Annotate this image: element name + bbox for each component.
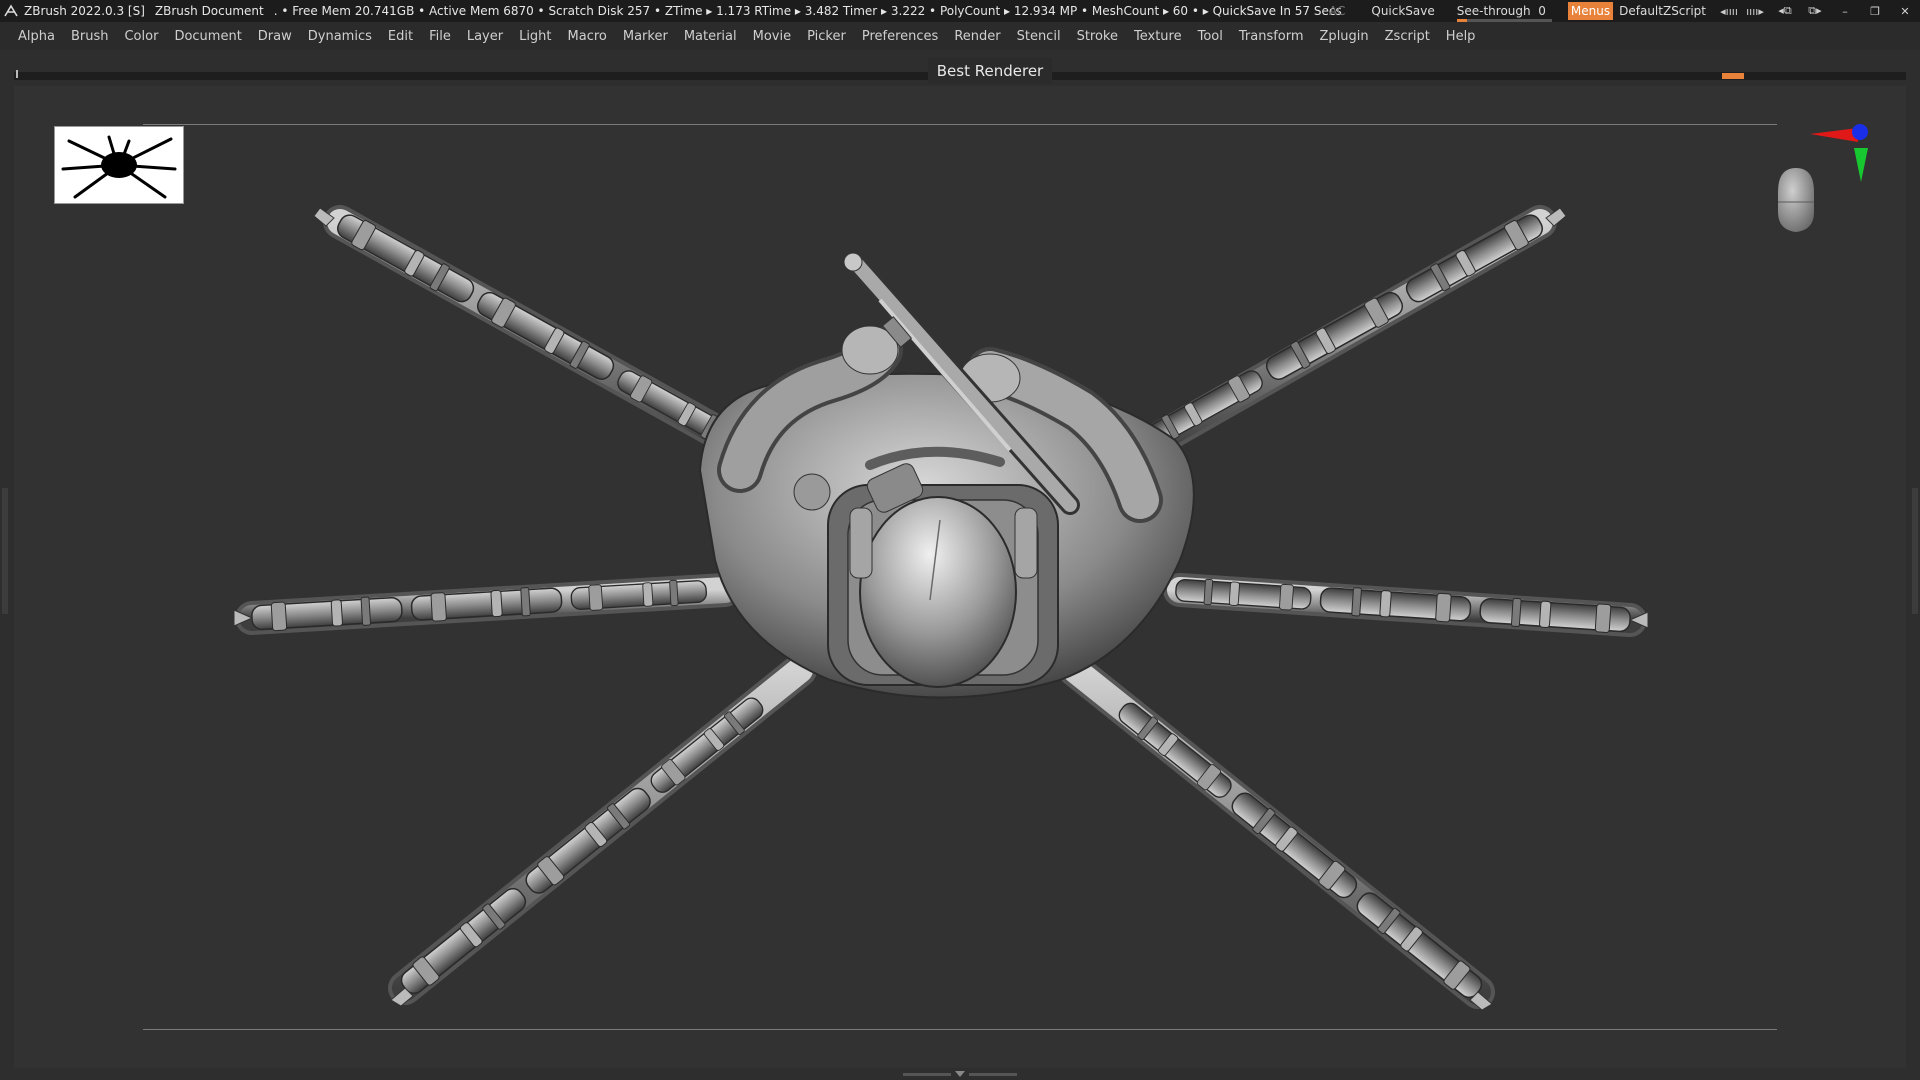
spider-mech-model[interactable] [0,0,1920,1080]
handle-segment [903,1072,951,1076]
leg-lower-left [388,653,817,1007]
leg-lower-right [1058,653,1495,1011]
leg-upper-left [313,205,757,462]
handle-arrow-icon [955,1071,965,1077]
handle-segment [969,1072,1017,1076]
bottom-tray-handle[interactable] [896,1070,1024,1078]
leg-upper-right [1123,205,1567,467]
leg-mid-left [233,573,742,635]
leg-mid-right [1163,573,1649,637]
